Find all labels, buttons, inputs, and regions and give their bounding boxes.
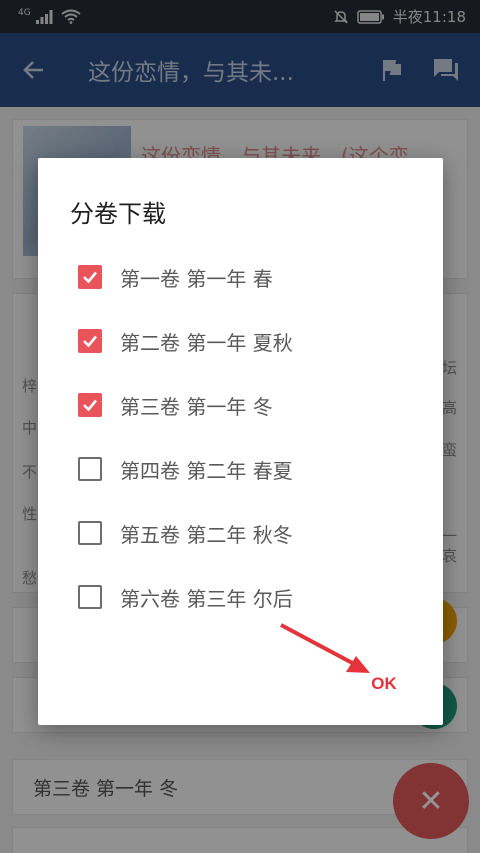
checkbox-checked-icon[interactable]: [78, 393, 102, 417]
checkbox-unchecked-icon[interactable]: [78, 585, 102, 609]
checkbox-checked-icon[interactable]: [78, 329, 102, 353]
volume-option-5[interactable]: 第五卷 第二年 秋冬: [78, 509, 408, 557]
volume-option-2[interactable]: 第二卷 第一年 夏秋: [78, 317, 408, 365]
checkbox-unchecked-icon[interactable]: [78, 521, 102, 545]
volume-option-4[interactable]: 第四卷 第二年 春夏: [78, 445, 408, 493]
volume-option-label: 第三卷 第一年 冬: [120, 394, 273, 419]
volume-option-label: 第四卷 第二年 春夏: [120, 458, 293, 483]
ok-button[interactable]: OK: [356, 666, 412, 702]
screen: 4G 半夜11:18 这份恋情，与其未... 这份恋情，与其未来，(这个恋 梓 …: [0, 0, 480, 853]
volume-option-3[interactable]: 第三卷 第一年 冬: [78, 381, 408, 429]
dialog-title: 分卷下载: [70, 200, 166, 228]
volume-option-label: 第六卷 第三年 尔后: [120, 586, 293, 611]
volume-download-dialog: 分卷下载 第一卷 第一年 春 第二卷 第一年 夏秋 第三卷 第一年 冬 第四卷 …: [38, 158, 443, 725]
volume-option-label: 第二卷 第一年 夏秋: [120, 330, 293, 355]
checkbox-unchecked-icon[interactable]: [78, 457, 102, 481]
volume-option-label: 第一卷 第一年 春: [120, 266, 273, 291]
volume-option-1[interactable]: 第一卷 第一年 春: [78, 253, 408, 301]
annotation-arrow-icon: [280, 623, 370, 673]
volume-option-label: 第五卷 第二年 秋冬: [120, 522, 293, 547]
checkbox-checked-icon[interactable]: [78, 265, 102, 289]
volume-option-6[interactable]: 第六卷 第三年 尔后: [78, 573, 408, 621]
